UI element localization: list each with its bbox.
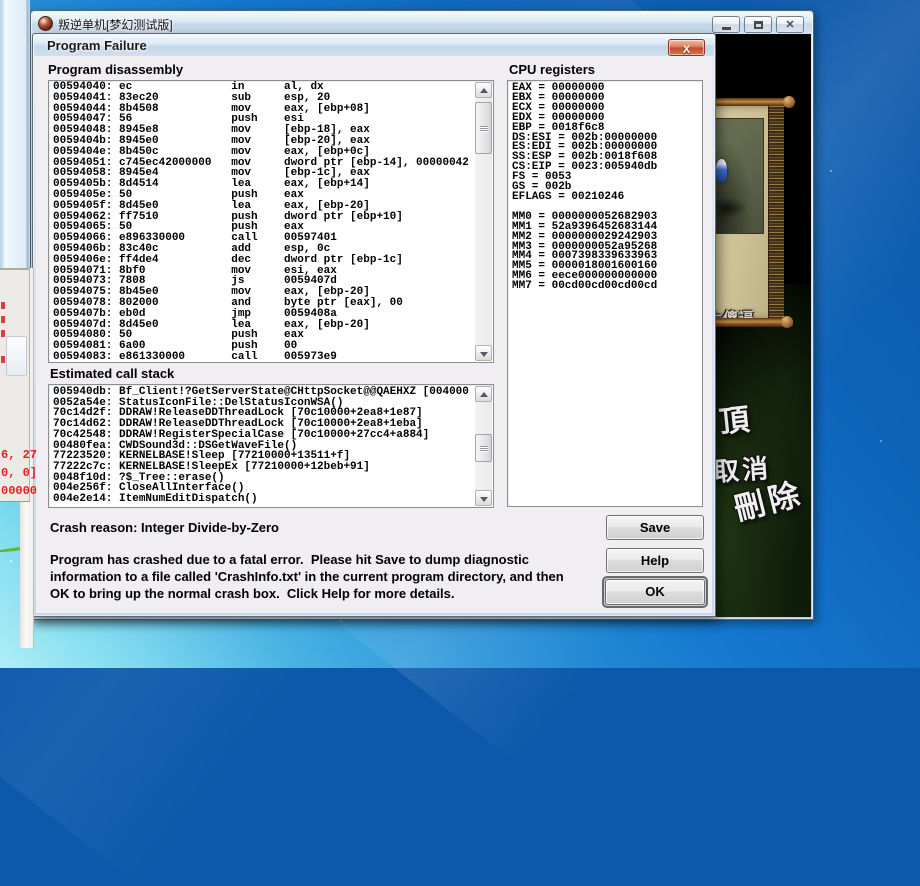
scroll-border-pattern [768, 106, 784, 319]
crash-reason-text: Crash reason: Integer Divide-by-Zero [50, 520, 279, 535]
program-failure-dialog: Program Failure X Program disassembly 00… [32, 33, 716, 617]
arrow-down-icon [480, 352, 488, 357]
registers-text: EAX = 00000000 EBX = 00000000 ECX = 0000… [512, 84, 657, 292]
minimize-button[interactable] [712, 16, 740, 33]
disassembly-box[interactable]: 00594040: ec in al, dx 00594041: 83ec20 … [48, 80, 494, 363]
disassembly-label: Program disassembly [48, 62, 183, 77]
background-panel-button[interactable] [6, 336, 27, 376]
thumb-grip-icon [480, 446, 488, 452]
ok-button-default-ring: OK [602, 576, 708, 608]
arrow-down-icon [480, 497, 488, 502]
dialog-client-area: Program disassembly 00594040: ec in al, … [36, 56, 712, 613]
help-button[interactable]: Help [606, 548, 704, 573]
red-text-fragment [1, 316, 5, 323]
scroll-up-button[interactable] [475, 386, 492, 402]
registers-box[interactable]: EAX = 00000000 EBX = 00000000 ECX = 0000… [507, 80, 703, 507]
red-text-fragment [1, 356, 5, 363]
callstack-text: 005940db: Bf_Client!?GetServerState@CHtt… [53, 387, 469, 505]
close-button[interactable]: ✕ [776, 16, 804, 33]
red-text-fragment: 6, 27 [1, 448, 37, 462]
dialog-titlebar[interactable]: Program Failure X [34, 35, 714, 56]
save-button[interactable]: Save [606, 515, 704, 540]
scroll-knob-top [783, 96, 795, 108]
registers-label: CPU registers [509, 62, 595, 77]
disassembly-scrollbar[interactable] [475, 82, 492, 361]
close-icon: ✕ [777, 18, 803, 31]
scroll-down-button[interactable] [475, 490, 492, 506]
scrollbar-thumb[interactable] [475, 434, 492, 462]
disassembly-text: 00594040: ec in al, dx 00594041: 83ec20 … [53, 82, 469, 363]
character-sprite [716, 159, 727, 183]
background-window-edge [0, 0, 30, 270]
game-window-title: 叛逆单机[梦幻测试版] [58, 16, 173, 33]
ok-button[interactable]: OK [605, 579, 705, 605]
dialog-title: Program Failure [47, 38, 147, 53]
arrow-up-icon [480, 392, 488, 397]
scroll-up-button[interactable] [475, 82, 492, 98]
maximize-icon [754, 21, 763, 29]
minimize-icon [722, 27, 731, 30]
arrow-up-icon [480, 88, 488, 93]
wallpaper-sparkles [10, 560, 12, 562]
red-text-fragment [1, 330, 5, 337]
red-text-fragment: 0, 0] [1, 466, 37, 480]
scroll-knob-bottom [781, 316, 793, 328]
red-text-fragment: 00000 [1, 484, 37, 498]
crash-message-text: Program has crashed due to a fatal error… [50, 551, 564, 603]
app-icon [38, 16, 53, 31]
dialog-close-button[interactable]: X [668, 39, 705, 56]
scrollbar-thumb[interactable] [475, 102, 492, 154]
callstack-box[interactable]: 005940db: Bf_Client!?GetServerState@CHtt… [48, 384, 494, 508]
scroll-down-button[interactable] [475, 345, 492, 361]
red-text-fragment [1, 302, 5, 309]
thumb-grip-icon [480, 126, 488, 132]
callstack-label: Estimated call stack [50, 366, 174, 381]
maximize-button[interactable] [744, 16, 772, 33]
menu-item-top[interactable]: 頂 [717, 395, 751, 442]
game-window-titlebar[interactable]: 叛逆单机[梦幻测试版] ✕ [32, 12, 812, 34]
close-icon: X [683, 44, 690, 56]
callstack-scrollbar[interactable] [475, 386, 492, 506]
